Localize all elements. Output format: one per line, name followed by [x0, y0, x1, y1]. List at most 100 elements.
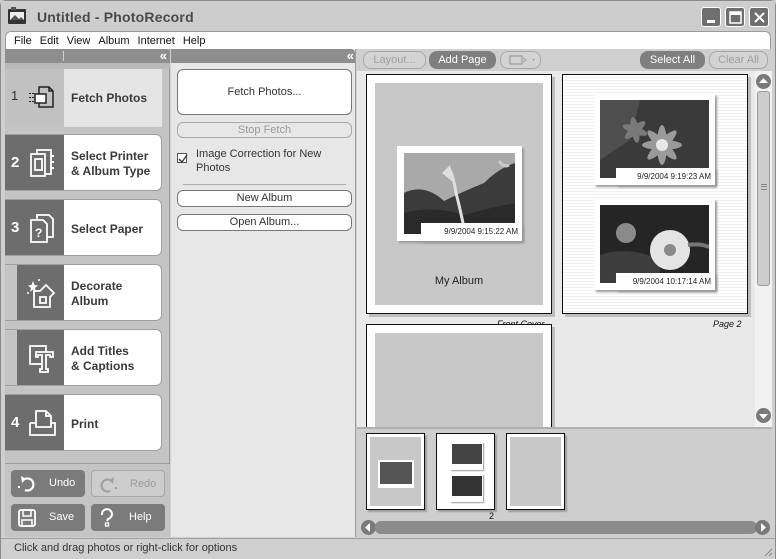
scroll-down-button[interactable] [756, 408, 771, 423]
arrow-up-icon [759, 78, 768, 83]
redo-icon [100, 477, 117, 493]
paper-question-icon: ? [30, 214, 54, 243]
thumbnail-background [440, 437, 491, 506]
menu-view[interactable]: View [67, 35, 91, 47]
step-number: 3 [11, 219, 20, 236]
sidebar-actions: Undo Redo Save Help [5, 463, 170, 537]
photo-frame[interactable]: 9/9/2004 10:17:14 AM [594, 199, 715, 290]
status-bar: Click and drag photos or right-click for… [1, 538, 775, 559]
photo-timestamp: 9/9/2004 9:15:22 AM [421, 223, 522, 241]
view-mode-dropdown[interactable] [500, 51, 541, 69]
thumbnail-page-2[interactable] [436, 433, 495, 510]
vertical-scrollbar[interactable] [755, 71, 772, 427]
save-label: Save [49, 511, 75, 523]
photo-frame[interactable]: 9/9/2004 9:19:23 AM [594, 94, 715, 185]
thumb-photo [452, 444, 482, 464]
arrow-down-icon [759, 414, 768, 419]
step-print[interactable]: 4 Print [5, 394, 162, 451]
menu-internet[interactable]: Internet [138, 35, 175, 47]
scroll-thumb[interactable] [757, 91, 770, 286]
minimize-icon [707, 20, 715, 23]
step-label: Print [71, 417, 99, 431]
horizontal-scrollbar[interactable] [361, 519, 770, 536]
maximize-icon [729, 11, 742, 24]
close-button[interactable] [749, 7, 769, 27]
open-album-button[interactable]: Open Album... [177, 214, 352, 231]
title-bar: Untitled - PhotoRecord [1, 1, 775, 33]
window-title: Untitled - PhotoRecord [37, 9, 194, 25]
fetch-panel: « Fetch Photos... Stop Fetch Image Corre… [171, 48, 356, 537]
menu-help[interactable]: Help [183, 35, 206, 47]
page-background [375, 333, 543, 427]
step-indent [5, 265, 17, 320]
page-front-cover[interactable]: 9/9/2004 9:15:22 AM My Album [366, 74, 552, 314]
layout-button[interactable]: Layout... [363, 51, 426, 69]
undo-button[interactable]: Undo [11, 470, 85, 497]
scroll-left-button[interactable] [361, 520, 376, 535]
close-icon [754, 12, 765, 23]
thumb-photo-frame [450, 442, 483, 470]
save-button[interactable]: Save [11, 504, 85, 531]
menu-edit[interactable]: Edit [40, 35, 59, 47]
step-label: Fetch Photos [71, 91, 148, 105]
photo-frame[interactable]: 9/9/2004 9:15:22 AM [397, 146, 522, 241]
minimize-button[interactable] [701, 7, 721, 27]
decorate-icon [27, 279, 56, 308]
photo-timestamp: 9/9/2004 9:19:23 AM [616, 168, 715, 185]
print-icon [29, 410, 56, 436]
collapse-panel-icon[interactable]: « [347, 48, 354, 63]
thumb-photo-frame [378, 460, 414, 488]
thumbnail-front-cover[interactable] [366, 433, 425, 510]
step-label: Select Paper [71, 222, 144, 236]
image-correction-checkbox[interactable] [177, 153, 188, 164]
checkmark-icon [178, 154, 188, 164]
resize-grip-icon[interactable] [763, 547, 773, 557]
photo-plant-sky [404, 153, 515, 234]
page-canvas: 9/9/2004 9:15:22 AM My Album Front Cover [357, 71, 755, 427]
undo-icon [18, 476, 35, 492]
page-3[interactable] [366, 324, 552, 427]
scroll-up-button[interactable] [756, 74, 771, 89]
titles-icon [29, 345, 54, 373]
step-number: 4 [11, 414, 20, 431]
image-correction-label: Image Correction for New Photos [196, 148, 322, 174]
menu-album[interactable]: Album [98, 35, 129, 47]
sidebar-header: « [5, 48, 170, 63]
svg-text:?: ? [35, 226, 42, 240]
app-icon [8, 7, 26, 24]
add-page-button[interactable]: Add Page [429, 51, 496, 69]
fetch-photos-icon [29, 86, 54, 108]
step-label: Select Printer & Album Type [71, 149, 151, 178]
clear-all-button[interactable]: Clear All [709, 51, 768, 69]
scroll-track[interactable] [375, 521, 757, 534]
page-2[interactable]: 9/9/2004 9:19:23 AM 9/9/2004 10:17:14 AM [562, 74, 748, 314]
status-text: Click and drag photos or right-click for… [14, 542, 238, 554]
album-area: Layout... Add Page Select All Clear All [357, 49, 772, 537]
new-album-button[interactable]: New Album [177, 190, 352, 207]
help-button[interactable]: Help [91, 504, 165, 531]
step-select-paper[interactable]: 3 ? Select Paper [5, 199, 162, 256]
step-select-printer[interactable]: 2 Select Printer & Album Type [5, 134, 162, 191]
step-add-titles[interactable]: Add Titles & Captions [5, 329, 162, 386]
panel-divider [183, 184, 346, 185]
step-number: 2 [11, 154, 20, 171]
printer-album-icon [30, 149, 54, 177]
arrow-right-icon [761, 523, 766, 532]
stop-fetch-button[interactable]: Stop Fetch [177, 122, 352, 138]
scroll-right-button[interactable] [755, 520, 770, 535]
menu-file[interactable]: File [14, 35, 32, 47]
app-window: Untitled - PhotoRecord File Edit View Al… [0, 0, 776, 559]
thumbnail-page-3[interactable] [506, 433, 565, 510]
maximize-button[interactable] [725, 7, 745, 27]
select-all-button[interactable]: Select All [640, 51, 705, 69]
collapse-sidebar-icon[interactable]: « [160, 48, 167, 63]
thumb-photo [452, 476, 482, 496]
step-fetch-photos[interactable]: 1 Fetch Photos [5, 69, 162, 127]
redo-button[interactable]: Redo [91, 470, 165, 497]
fetch-photos-button[interactable]: Fetch Photos... [177, 69, 352, 115]
album-title[interactable]: My Album [375, 275, 543, 287]
step-decorate-album[interactable]: Decorate Album [5, 264, 162, 321]
menu-bar: File Edit View Album Internet Help [5, 31, 771, 49]
photo-timestamp: 9/9/2004 10:17:14 AM [616, 273, 715, 290]
panel-header: « [171, 48, 355, 63]
